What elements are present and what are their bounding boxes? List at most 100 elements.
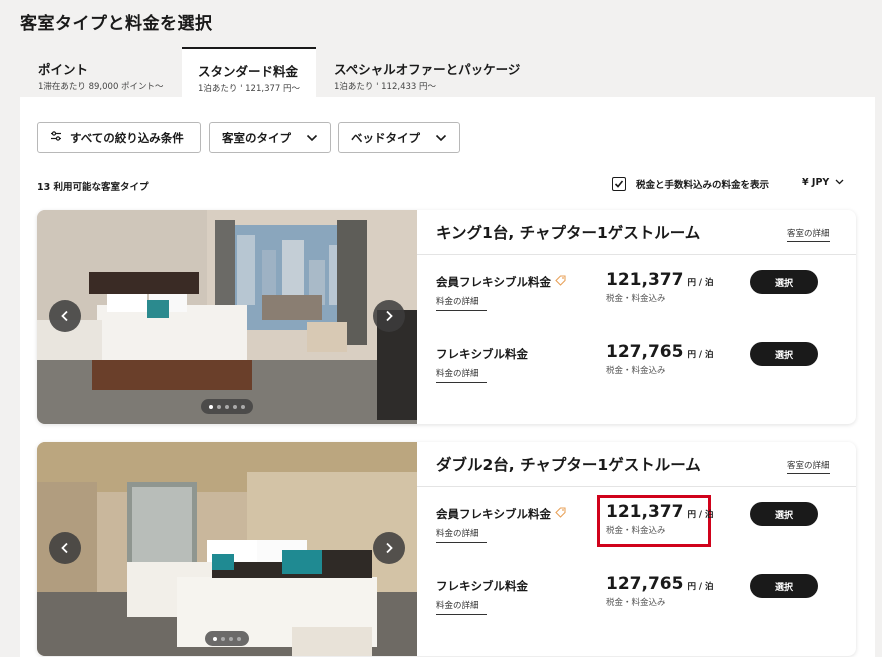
next-photo-button[interactable] (373, 532, 405, 564)
rate-details-link[interactable]: 料金の詳細 (436, 527, 487, 543)
pagination-dot[interactable] (237, 636, 241, 641)
rate-row: フレキシブル料金 料金の詳細 127,765 円 / 泊 税金・料金込み 選択 (417, 342, 856, 392)
chevron-down-icon (306, 131, 318, 145)
tab-subtitle: 1泊あたり ' 121,377 円〜 (198, 84, 301, 94)
next-photo-button[interactable] (373, 300, 405, 332)
member-tag-icon (555, 275, 566, 289)
checkbox-checked-icon[interactable] (612, 177, 626, 191)
page-title: 客室タイプと料金を選択 (20, 14, 213, 34)
price-value: 127,765 (606, 342, 684, 362)
price: 121,377 円 / 泊 (606, 502, 713, 522)
pagination-dot[interactable] (221, 636, 225, 641)
results-panel: すべての絞り込み条件 客室のタイプ ベッドタイプ 13 利用可能な客室タイプ 税… (20, 97, 875, 657)
rate-name-label: 会員フレキシブル料金 (436, 275, 551, 289)
price-value: 127,765 (606, 574, 684, 594)
price-unit: 円 / 泊 (687, 278, 714, 288)
previous-photo-button[interactable] (49, 300, 81, 332)
price-unit: 円 / 泊 (687, 510, 714, 520)
rate-details-link[interactable]: 料金の詳細 (436, 599, 487, 615)
divider (417, 254, 856, 255)
price-box: 127,765 円 / 泊 税金・料金込み (606, 574, 718, 618)
rate-name: 会員フレキシブル料金 (436, 274, 566, 290)
bed-type-dropdown[interactable]: ベッドタイプ (338, 122, 460, 153)
chevron-right-icon (385, 542, 393, 554)
room-photo[interactable] (37, 210, 417, 424)
rate-row: 会員フレキシブル料金 料金の詳細 121,377 円 / 泊 税金・料金込み 選… (417, 270, 856, 320)
price-value: 121,377 (606, 502, 684, 522)
tab-standard-rate[interactable]: スタンダード料金 1泊あたり ' 121,377 円〜 (182, 47, 316, 97)
rate-row: フレキシブル料金 料金の詳細 127,765 円 / 泊 税金・料金込み 選択 (417, 574, 856, 624)
member-tag-icon (555, 507, 566, 521)
select-button[interactable]: 選択 (750, 502, 818, 526)
price-value: 121,377 (606, 270, 684, 290)
previous-photo-button[interactable] (49, 532, 81, 564)
rate-name: フレキシブル料金 (436, 578, 528, 594)
chevron-left-icon (61, 542, 69, 554)
tab-points[interactable]: ポイント 1滞在あたり 89,000 ポイント〜 (22, 47, 182, 97)
price: 121,377 円 / 泊 (606, 270, 713, 290)
rate-name-label: フレキシブル料金 (436, 579, 528, 593)
chevron-down-icon (835, 177, 844, 188)
price: 127,765 円 / 泊 (606, 342, 713, 362)
tab-subtitle: 1滞在あたり 89,000 ポイント〜 (38, 82, 164, 92)
rate-tabs: ポイント 1滞在あたり 89,000 ポイント〜 スタンダード料金 1泊あたり … (20, 47, 860, 97)
room-details-link[interactable]: 客室の詳細 (787, 459, 830, 474)
tab-label: ポイント (38, 62, 89, 77)
tax-included-toggle[interactable]: 税金と手数料込みの料金を表示 (612, 177, 769, 191)
room-info: キング1台, チャプター1ゲストルーム 客室の詳細 会員フレキシブル料金 料金の… (417, 210, 856, 424)
pagination-dot[interactable] (209, 404, 213, 409)
tab-label: スタンダード料金 (198, 64, 299, 79)
currency-label: ¥ JPY (802, 177, 830, 188)
price-note: 税金・料金込み (606, 366, 666, 376)
pagination-dot[interactable] (217, 404, 221, 409)
bed-type-label: ベッドタイプ (351, 130, 420, 145)
tab-label: スペシャルオファーとパッケージ (334, 62, 521, 77)
price-unit: 円 / 泊 (687, 582, 714, 592)
price-note: 税金・料金込み (606, 598, 666, 608)
results-count: 13 利用可能な客室タイプ (37, 182, 149, 193)
pagination-dot[interactable] (229, 636, 233, 641)
select-button[interactable]: 選択 (750, 342, 818, 366)
rate-name-label: 会員フレキシブル料金 (436, 507, 551, 521)
chevron-left-icon (61, 310, 69, 322)
room-details-link[interactable]: 客室の詳細 (787, 227, 830, 242)
photo-pagination (205, 631, 249, 646)
room-card: キング1台, チャプター1ゲストルーム 客室の詳細 会員フレキシブル料金 料金の… (37, 210, 856, 424)
room-type-dropdown[interactable]: 客室のタイプ (209, 122, 331, 153)
room-info: ダブル2台, チャプター1ゲストルーム 客室の詳細 会員フレキシブル料金 料金の… (417, 442, 856, 656)
rate-name: 会員フレキシブル料金 (436, 506, 566, 522)
rate-details-link[interactable]: 料金の詳細 (436, 295, 487, 311)
chevron-right-icon (385, 310, 393, 322)
price-note: 税金・料金込み (606, 526, 666, 536)
all-filters-button[interactable]: すべての絞り込み条件 (37, 122, 201, 153)
room-title: ダブル2台, チャプター1ゲストルーム (436, 456, 701, 474)
price-box: 127,765 円 / 泊 税金・料金込み (606, 342, 718, 386)
chevron-down-icon (435, 131, 447, 145)
rate-name-label: フレキシブル料金 (436, 347, 528, 361)
room-title: キング1台, チャプター1ゲストルーム (436, 224, 701, 242)
currency-selector[interactable]: ¥ JPY (802, 177, 844, 188)
tab-special-offers[interactable]: スペシャルオファーとパッケージ 1泊あたり ' 112,433 円〜 (318, 47, 578, 97)
pagination-dot[interactable] (233, 404, 237, 409)
tab-subtitle: 1泊あたり ' 112,433 円〜 (334, 82, 437, 92)
tax-included-label: 税金と手数料込みの料金を表示 (636, 180, 770, 191)
price-note: 税金・料金込み (606, 294, 666, 304)
pagination-dot[interactable] (213, 636, 217, 641)
room-type-label: 客室のタイプ (222, 130, 291, 145)
rate-row: 会員フレキシブル料金 料金の詳細 121,377 円 / 泊 税金・料金込み 選… (417, 495, 856, 552)
select-button[interactable]: 選択 (750, 270, 818, 294)
pagination-dot[interactable] (241, 404, 245, 409)
room-photo[interactable] (37, 442, 417, 656)
pagination-dot[interactable] (225, 404, 229, 409)
room-card: ダブル2台, チャプター1ゲストルーム 客室の詳細 会員フレキシブル料金 料金の… (37, 442, 856, 656)
price-unit: 円 / 泊 (687, 350, 714, 360)
rate-name: フレキシブル料金 (436, 346, 528, 362)
select-button[interactable]: 選択 (750, 574, 818, 598)
rate-details-link[interactable]: 料金の詳細 (436, 367, 487, 383)
price: 127,765 円 / 泊 (606, 574, 713, 594)
all-filters-label: すべての絞り込み条件 (70, 130, 184, 145)
photo-pagination (201, 399, 253, 414)
price-box: 121,377 円 / 泊 税金・料金込み (606, 270, 718, 314)
price-box-highlighted: 121,377 円 / 泊 税金・料金込み (597, 495, 713, 547)
divider (417, 486, 856, 487)
